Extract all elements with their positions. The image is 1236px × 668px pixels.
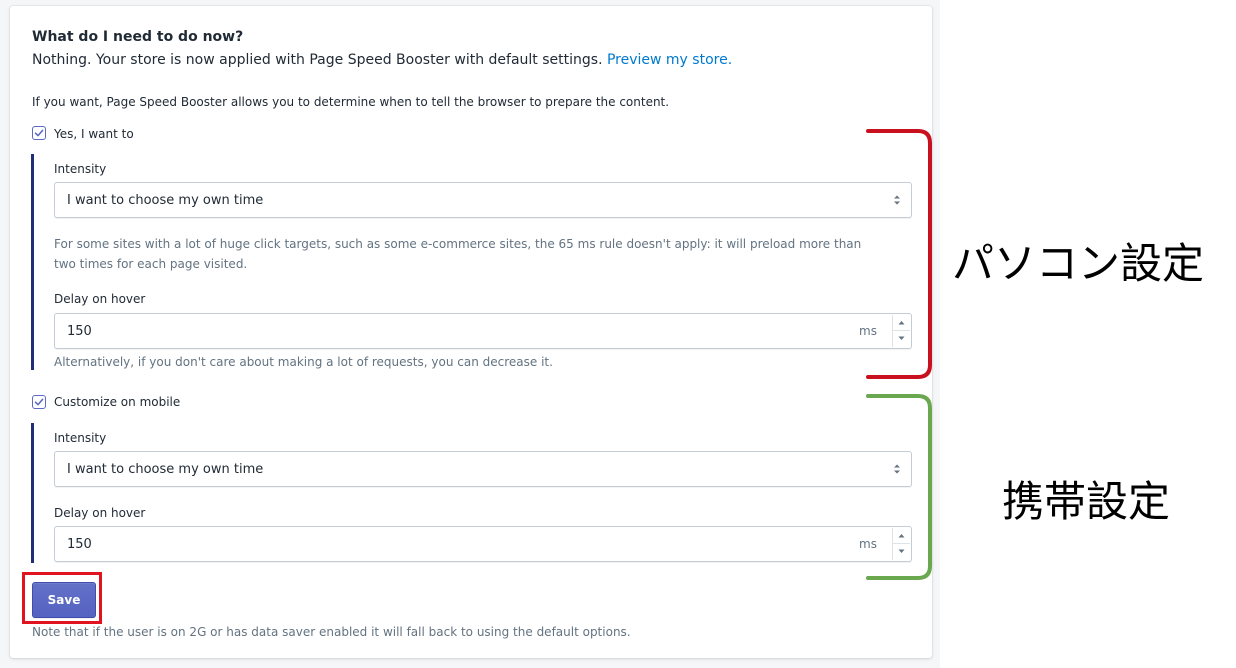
mobile-section-bar [31, 423, 34, 563]
desktop-help-line-1: For some sites with a lot of huge click … [54, 237, 862, 251]
desktop-section-bar [31, 154, 34, 370]
mobile-checkbox-label: Customize on mobile [54, 395, 181, 409]
mobile-checkbox[interactable] [32, 395, 46, 409]
lead-text: Nothing. Your store is now applied with … [32, 52, 732, 68]
mobile-settings-label: 携帯設定 [1002, 477, 1171, 526]
footer-note: Note that if the user is on 2G or has da… [32, 625, 631, 639]
desktop-bracket [866, 129, 932, 379]
lead-text-body: Nothing. Your store is now applied with … [32, 52, 603, 68]
mobile-intensity-value: I want to choose my own time [67, 462, 264, 477]
mobile-intensity-label: Intensity [54, 431, 107, 445]
mobile-delay-label: Delay on hover [54, 506, 146, 520]
right-background [940, 0, 1236, 668]
desktop-delay-input[interactable]: 150 ms [54, 313, 912, 349]
mobile-delay-input[interactable]: 150 ms [54, 526, 912, 562]
mobile-intensity-select[interactable]: I want to choose my own time [54, 451, 912, 487]
desktop-intensity-select[interactable]: I want to choose my own time [54, 182, 912, 218]
section-heading: What do I need to do now? [32, 29, 244, 45]
checkmark-icon [34, 129, 44, 137]
desktop-help-line-2: two times for each page visited. [54, 257, 248, 271]
settings-card: What do I need to do now? Nothing. Your … [10, 6, 932, 658]
desktop-checkbox-label: Yes, I want to [54, 127, 134, 141]
desktop-checkbox[interactable] [32, 126, 46, 140]
desktop-delay-help: Alternatively, if you don't care about m… [54, 355, 553, 369]
desktop-delay-value: 150 [67, 324, 92, 339]
desktop-intensity-value: I want to choose my own time [67, 193, 264, 208]
preview-store-link[interactable]: Preview my store. [607, 52, 732, 68]
checkmark-icon [34, 398, 44, 406]
desktop-settings-label: パソコン設定 [952, 239, 1205, 288]
desktop-delay-label: Delay on hover [54, 292, 146, 306]
intro-text: If you want, Page Speed Booster allows y… [32, 95, 670, 109]
mobile-bracket [866, 394, 932, 580]
mobile-delay-value: 150 [67, 537, 92, 552]
desktop-intensity-label: Intensity [54, 162, 107, 176]
save-highlight-box [22, 572, 102, 624]
